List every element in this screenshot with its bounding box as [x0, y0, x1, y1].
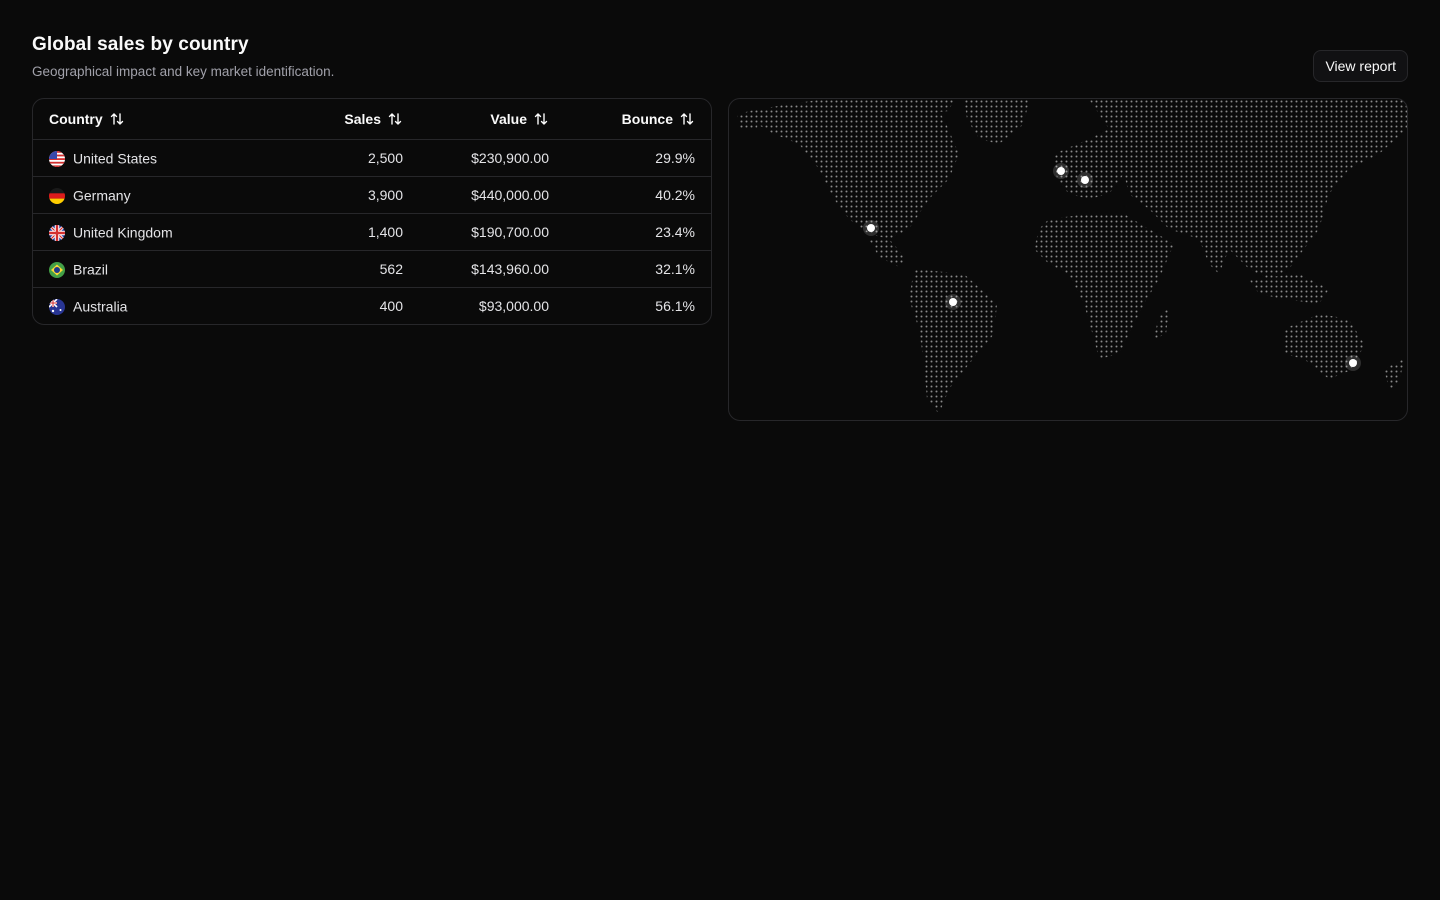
table-row[interactable]: Brazil 562 $143,960.00 32.1%	[33, 250, 711, 288]
country-cell: United Kingdom	[33, 213, 269, 251]
land-dots	[737, 99, 1407, 414]
bounce-cell: 29.9%	[549, 139, 711, 177]
country-name: Australia	[73, 298, 128, 315]
value-cell: $440,000.00	[403, 176, 549, 214]
table-row[interactable]: United Kingdom 1,400 $190,700.00 23.4%	[33, 213, 711, 251]
au-flag-icon	[49, 298, 65, 315]
sales-cell: 1,400	[269, 213, 403, 251]
marker-united-states[interactable]	[863, 220, 879, 236]
value-column-header[interactable]: Value	[403, 99, 549, 140]
sales-cell: 400	[379, 298, 403, 314]
marker-brazil[interactable]	[945, 294, 961, 310]
header: Global sales by country Geographical imp…	[32, 32, 1408, 88]
sales-column-label: Sales	[344, 111, 381, 127]
country-cell: Australia	[33, 288, 269, 325]
sort-icon[interactable]	[533, 111, 549, 127]
marker-australia[interactable]	[1345, 355, 1361, 371]
sort-icon[interactable]	[387, 111, 403, 127]
bounce-column-label: Bounce	[621, 111, 673, 127]
br-flag-icon	[49, 261, 65, 278]
table-header-row: Country Sales Value Bounce	[33, 99, 711, 140]
table-row[interactable]: United States 2,500 $230,900.00 29.9%	[33, 139, 711, 177]
country-name: United States	[73, 150, 158, 167]
sales-table: Country Sales Value Bounce United States…	[33, 99, 711, 324]
page: Global sales by country Geographical imp…	[0, 0, 1440, 900]
sort-icon[interactable]	[109, 111, 125, 127]
value-cell: $93,000.00	[478, 298, 549, 314]
us-flag-icon	[49, 150, 65, 167]
country-name: Brazil	[73, 261, 109, 278]
marker-germany[interactable]	[1077, 172, 1093, 188]
bounce-cell: 32.1%	[549, 250, 711, 288]
country-column-header[interactable]: Country	[33, 99, 269, 140]
country-cell: Brazil	[33, 250, 269, 288]
country-name: United Kingdom	[73, 224, 173, 241]
sales-column-header[interactable]: Sales	[269, 99, 403, 140]
sales-cell: 2,500	[269, 139, 403, 177]
table-row[interactable]: Germany 3,900 $440,000.00 40.2%	[33, 176, 711, 214]
bounce-cell: 56.1%	[655, 298, 695, 314]
bounce-cell: 40.2%	[549, 176, 711, 214]
gb-flag-icon	[49, 224, 65, 241]
country-column-label: Country	[49, 111, 103, 127]
sales-cell: 3,900	[269, 176, 403, 214]
page-title: Global sales by country	[32, 34, 249, 55]
sales-table-card: Country Sales Value Bounce United States…	[32, 98, 712, 325]
value-cell: $190,700.00	[403, 213, 549, 251]
value-cell: $230,900.00	[403, 139, 549, 177]
dotted-world-map	[737, 99, 1407, 414]
bounce-cell: 23.4%	[549, 213, 711, 251]
value-cell: $143,960.00	[403, 250, 549, 288]
de-flag-icon	[49, 187, 65, 204]
country-name: Germany	[73, 187, 131, 204]
view-report-button[interactable]: View report	[1313, 50, 1408, 82]
value-column-label: Value	[490, 111, 527, 127]
sort-icon[interactable]	[679, 111, 695, 127]
country-cell: Germany	[33, 176, 269, 214]
table-row[interactable]: Australia 400 $93,000.00 56.1%	[33, 288, 711, 325]
page-subtitle: Geographical impact and key market ident…	[32, 64, 335, 79]
bounce-column-header[interactable]: Bounce	[549, 99, 711, 140]
country-cell: United States	[33, 139, 269, 177]
world-map-card	[728, 98, 1408, 421]
sales-cell: 562	[269, 250, 403, 288]
marker-united-kingdom[interactable]	[1053, 163, 1069, 179]
